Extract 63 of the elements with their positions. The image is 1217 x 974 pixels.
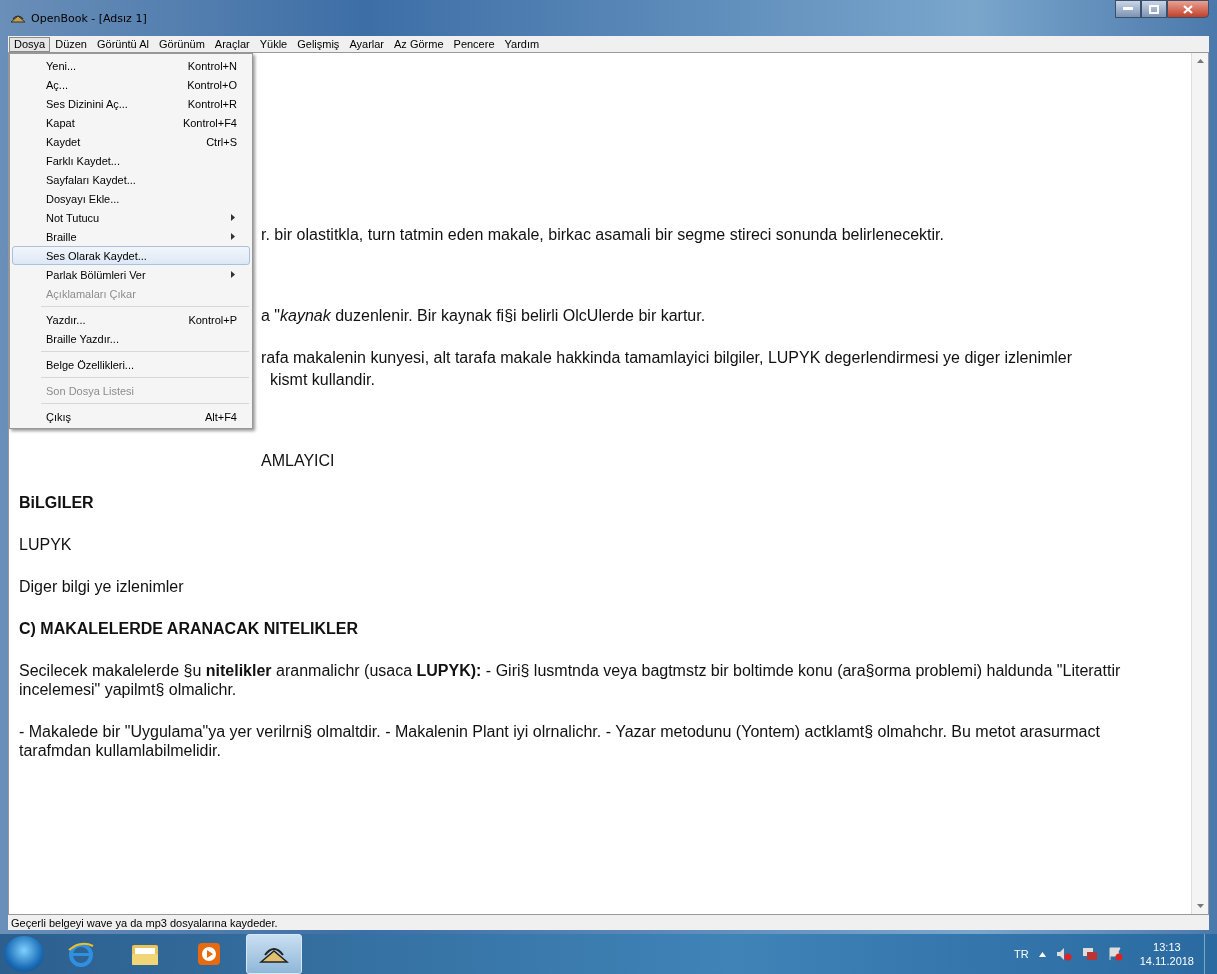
document-text: kismt kullandir. [269, 370, 376, 389]
document-text: C) MAKALELERDE ARANACAK NITELIKLER [19, 619, 359, 638]
menu-item[interactable]: Braille [12, 227, 250, 246]
close-button[interactable] [1167, 0, 1209, 18]
menu-item[interactable]: Yeni... Kontrol+N [12, 56, 250, 75]
menu-bar-item[interactable]: Dosya [9, 36, 51, 52]
clock[interactable]: 13:13 14.11.2018 [1139, 940, 1194, 968]
up-arrow-icon[interactable] [1038, 951, 1046, 957]
document-text: Secilecek makalelerde §u nitelikler aranmalichr (usaca LUPYK): - Giri§ lusmtnda veya bagtmstz bir boltimde konu (ara§orma problemi) haldunda "Literattir incelemesi" yapilmt§ olmalichr. [19, 661, 1122, 699]
media-player-icon [197, 942, 221, 966]
close-icon [1183, 4, 1193, 14]
menu-item[interactable]: Not Tutucu [12, 208, 250, 227]
menu-item[interactable]: Kaydet Ctrl+S [12, 132, 250, 151]
menu-item[interactable]: Ses Olarak Kaydet... [12, 246, 250, 265]
minimize-button[interactable] [1115, 0, 1141, 18]
document-text: a "kaynak duzenlenir. Bir kaynak fi§i belirli OlcUlerde bir kartur. [261, 306, 707, 325]
menu-bar-item[interactable]: Pencere [448, 36, 500, 52]
submenu-arrow-icon [231, 271, 235, 278]
menu-bar-item[interactable]: Görünüm [153, 36, 210, 52]
scroll-down-icon[interactable] [1196, 904, 1204, 908]
taskbar-button[interactable] [246, 934, 302, 974]
maximize-icon [1149, 4, 1159, 14]
flag-icon[interactable] [1107, 947, 1124, 961]
scroll-up-icon[interactable] [1196, 59, 1204, 63]
document-text: rafa makalenin kunyesi, alt tarafa makale hakkinda tamamlayici bilgiler, LUPYK degerlendirmesi ye diger izlenimler [261, 348, 1074, 367]
document-text: LUPYK [19, 535, 73, 554]
menu-bar-item[interactable]: Az Görme [389, 36, 449, 52]
document-text: BiLGILER [19, 493, 95, 512]
document-text: - Makalede bir "Uygulama"ya yer verilrni§ olmaltdir. - Makalenin Plant iyi olrnalichr. - Yazar metodunu (Yontem) actklamt§ olmahchr. Bu metot arasurmact tarafmdan kullamlabilmelidir. [19, 722, 1101, 760]
window-title: OpenBook - [Adsız 1] [31, 11, 147, 25]
speaker-muted-icon[interactable] [1055, 947, 1072, 961]
menu-item[interactable]: Aç... Kontrol+O [12, 75, 250, 94]
scrollbar[interactable] [1191, 53, 1208, 914]
menu-item[interactable]: Ses Dizinini Aç... Kontrol+R [12, 94, 250, 113]
menu-item[interactable]: Dosyayı Ekle... [12, 189, 250, 208]
menu-item[interactable]: Braille Yazdır... [12, 329, 250, 348]
menu-bar-item[interactable]: Görüntü Al [92, 36, 154, 52]
language-indicator[interactable]: TR [1014, 948, 1029, 960]
network-icon[interactable] [1081, 947, 1098, 961]
document-text: r. bir olastitkla, turn tatmin eden makale, birkac asamali bir segme stireci sonunda belirlenecektir. [261, 225, 945, 244]
clock-date: 14.11.2018 [1139, 954, 1194, 968]
book-icon [10, 12, 26, 24]
browser-e-icon [67, 940, 95, 968]
menu-item[interactable]: Farklı Kaydet... [12, 151, 250, 170]
status-text: Geçerli belgeyi wave ya da mp3 dosyalarına kaydeder. [11, 916, 278, 929]
folder-icon [131, 942, 159, 966]
menu-item[interactable]: Parlak Bölümleri Ver [12, 265, 250, 284]
menu-bar-item[interactable]: Yardım [499, 36, 545, 52]
document-text: Diger bilgi ye izlenimler [19, 577, 185, 596]
clock-time: 13:13 [1153, 940, 1181, 954]
menu-bar-item[interactable]: Yükle [254, 36, 293, 52]
minimize-icon [1123, 7, 1133, 11]
menu-item[interactable]: Sayfaları Kaydet... [12, 170, 250, 189]
submenu-arrow-icon [231, 214, 235, 221]
menu-bar-item[interactable]: Düzen [50, 36, 92, 52]
document-text: AMLAYICI [261, 451, 336, 470]
menu-bar-item[interactable]: Araçlar [209, 36, 255, 52]
maximize-button[interactable] [1141, 0, 1167, 18]
menu-item[interactable]: Kapat Kontrol+F4 [12, 113, 250, 132]
menu-bar-item[interactable]: Gelişmiş [292, 36, 345, 52]
start-button[interactable] [4, 936, 44, 972]
submenu-arrow-icon [231, 233, 235, 240]
menu-bar-item[interactable]: Ayarlar [344, 36, 390, 52]
